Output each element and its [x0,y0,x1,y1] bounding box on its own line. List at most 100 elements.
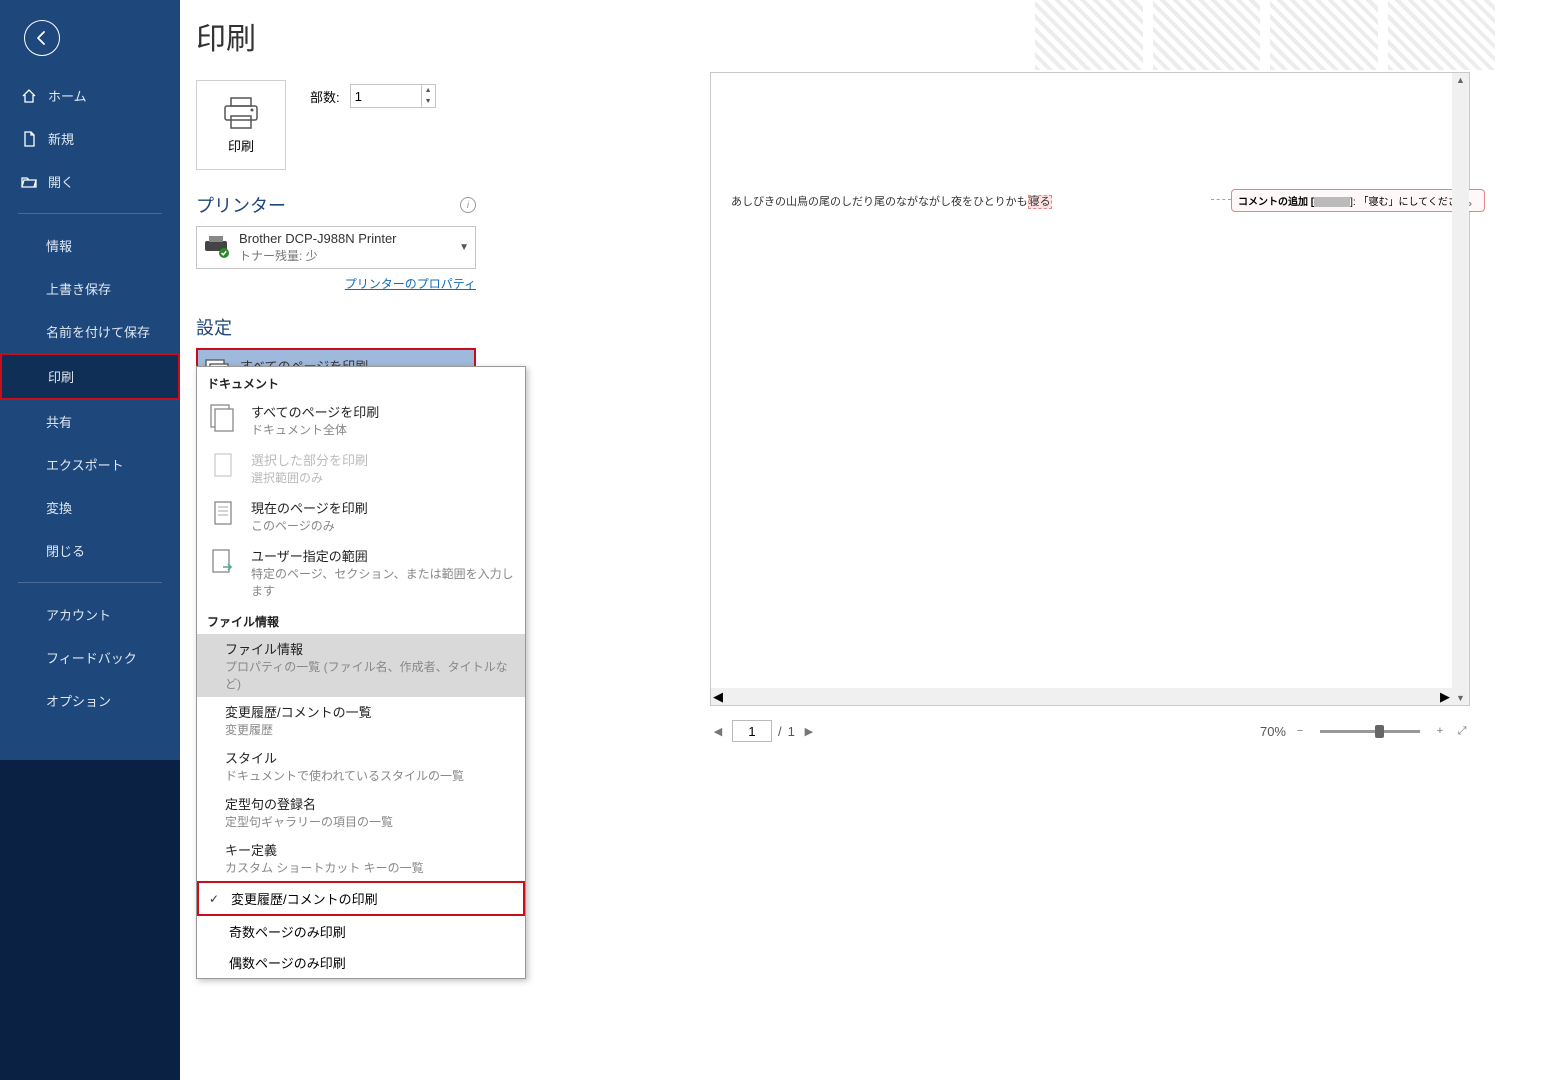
item-sub: 選択範囲のみ [251,469,368,486]
sidebar-item-新規[interactable]: 新規 [0,117,180,160]
print-range-dropdown: ドキュメント すべてのページを印刷ドキュメント全体選択した部分を印刷選択範囲のみ… [196,366,526,979]
zoom-thumb[interactable] [1375,725,1384,738]
sidebar-item-フィードバック[interactable]: フィードバック [0,636,180,679]
item-title: すべてのページを印刷 [251,402,379,421]
dropdown-item-キー定義[interactable]: キー定義カスタム ショートカット キーの一覧 [197,835,525,881]
dropdown-item-ファイル情報[interactable]: ファイル情報プロパティの一覧 (ファイル名、作成者、タイトルなど) [197,634,525,697]
item-sub: 定型句ギャラリーの項目の一覧 [225,813,515,830]
sidebar-item-label: 印刷 [48,367,74,386]
scroll-up-icon[interactable]: ▲ [1456,75,1465,85]
page-sep: / [778,724,782,739]
sidebar-item-名前を付けて保存[interactable]: 名前を付けて保存 [0,310,180,353]
page-input[interactable] [732,720,772,742]
decorative-pattern [1035,0,1495,70]
sidebar-item-label: フィードバック [46,648,137,667]
item-sub: カスタム ショートカット キーの一覧 [225,859,515,876]
sidebar-item-情報[interactable]: 情報 [0,224,180,267]
dropdown-item-定型句の登録名[interactable]: 定型句の登録名定型句ギャラリーの項目の一覧 [197,789,525,835]
comment-connector [1211,199,1231,200]
dropdown-check-奇数ページのみ印刷[interactable]: 奇数ページのみ印刷 [197,916,525,947]
dropdown-item-変更履歴/コメントの一覧[interactable]: 変更履歴/コメントの一覧変更履歴 [197,697,525,743]
sidebar-item-label: アカウント [46,605,111,624]
item-sub: このページのみ [251,517,368,534]
sidebar-item-label: ホーム [48,86,87,105]
dropdown-item-選択した部分を印刷: 選択した部分を印刷選択範囲のみ [197,444,525,492]
sidebar-item-label: 新規 [48,129,74,148]
dropdown-item-スタイル[interactable]: スタイルドキュメントで使われているスタイルの一覧 [197,743,525,789]
next-page-button[interactable]: ▶ [801,723,817,739]
sidebar-item-label: オプション [46,691,111,710]
item-sub: プロパティの一覧 (ファイル名、作成者、タイトルなど) [225,658,515,692]
check-icon: ✓ [209,892,223,906]
scroll-left-icon[interactable]: ◀ [713,689,723,705]
sidebar-item-label: 共有 [46,412,72,431]
comment-balloon: コメントの追加 []: 「寝む」にしてください。 [1231,189,1485,212]
sidebar-item-label: 閉じる [46,541,85,560]
pages-icon [207,402,239,434]
sidebar-item-エクスポート[interactable]: エクスポート [0,443,180,486]
sidebar-item-アカウント[interactable]: アカウント [0,593,180,636]
dropdown-header-fileinfo: ファイル情報 [197,605,525,634]
sidebar-item-label: 情報 [46,236,72,255]
sidebar-item-変換[interactable]: 変換 [0,486,180,529]
scroll-right-icon[interactable]: ▶ [1440,689,1450,705]
page-total: 1 [788,724,795,739]
item-sub: 特定のページ、セクション、または範囲を入力します [251,565,515,599]
fit-page-button[interactable]: ⤢ [1454,723,1470,739]
item-sub: ドキュメントで使われているスタイルの一覧 [225,767,515,784]
divider [18,213,162,214]
zoom-out-button[interactable]: − [1292,723,1308,739]
sidebar-item-上書き保存[interactable]: 上書き保存 [0,267,180,310]
copies-input[interactable] [350,84,422,108]
dropdown-header-document: ドキュメント [197,367,525,396]
redacted-author [1314,197,1350,207]
check-label: 偶数ページのみ印刷 [229,953,346,972]
print-button[interactable]: 印刷 [196,80,286,170]
item-title: 選択した部分を印刷 [251,450,368,469]
page-lines-icon [207,498,239,530]
sidebar-item-閉じる[interactable]: 閉じる [0,529,180,572]
item-title: 変更履歴/コメントの一覧 [225,702,515,721]
sidebar-item-ホーム[interactable]: ホーム [0,74,180,117]
page-arrow-icon [207,546,239,578]
vertical-scrollbar[interactable]: ▲▼ [1452,73,1469,705]
printer-name: Brother DCP-J988N Printer [239,231,451,246]
sidebar-item-オプション[interactable]: オプション [0,679,180,722]
sidebar-item-共有[interactable]: 共有 [0,400,180,443]
sidebar-item-開く[interactable]: 開く [0,160,180,203]
prev-page-button[interactable]: ◀ [710,723,726,739]
copies-spinner[interactable]: ▲▼ [422,84,436,108]
item-title: ユーザー指定の範囲 [251,546,515,565]
check-label: 変更履歴/コメントの印刷 [231,889,378,908]
printer-properties-link[interactable]: プリンターのプロパティ [196,275,476,292]
scroll-down-icon[interactable]: ▼ [1456,693,1465,703]
spinner-down-icon[interactable]: ▼ [422,96,435,107]
folder-open-icon [20,173,38,191]
check-label: 奇数ページのみ印刷 [229,922,346,941]
info-icon[interactable]: i [460,197,476,213]
sidebar-item-label: エクスポート [46,455,124,474]
dropdown-check-変更履歴/コメントの印刷[interactable]: ✓ 変更履歴/コメントの印刷 [197,881,525,916]
divider [18,582,162,583]
printer-icon [203,234,231,261]
sidebar-item-label: 上書き保存 [46,279,111,298]
printer-picker[interactable]: Brother DCP-J988N Printer トナー残量: 少 ▼ [196,226,476,269]
printer-icon [221,96,261,130]
horizontal-scrollbar[interactable]: ◀▶ [711,688,1452,705]
section-printer-label: プリンター [196,192,286,218]
item-title: 現在のページを印刷 [251,498,368,517]
zoom-slider[interactable] [1320,730,1420,733]
dropdown-check-偶数ページのみ印刷[interactable]: 偶数ページのみ印刷 [197,947,525,978]
dropdown-item-ユーザー指定の範囲[interactable]: ユーザー指定の範囲特定のページ、セクション、または範囲を入力します [197,540,525,605]
item-title: キー定義 [225,840,515,859]
dropdown-item-すべてのページを印刷[interactable]: すべてのページを印刷ドキュメント全体 [197,396,525,444]
spinner-up-icon[interactable]: ▲ [422,85,435,96]
sidebar-item-印刷[interactable]: 印刷 [0,353,180,400]
print-preview: あしびきの山鳥の尾のしだり尾のながながし夜をひとりかも寝る コメントの追加 []… [710,72,1470,706]
zoom-label: 70% [1260,724,1286,739]
zoom-in-button[interactable]: + [1432,723,1448,739]
dropdown-item-現在のページを印刷[interactable]: 現在のページを印刷このページのみ [197,492,525,540]
back-button[interactable] [24,20,60,56]
document-body-text: あしびきの山鳥の尾のしだり尾のながながし夜をひとりかも寝る [731,193,1052,209]
home-icon [20,87,38,105]
